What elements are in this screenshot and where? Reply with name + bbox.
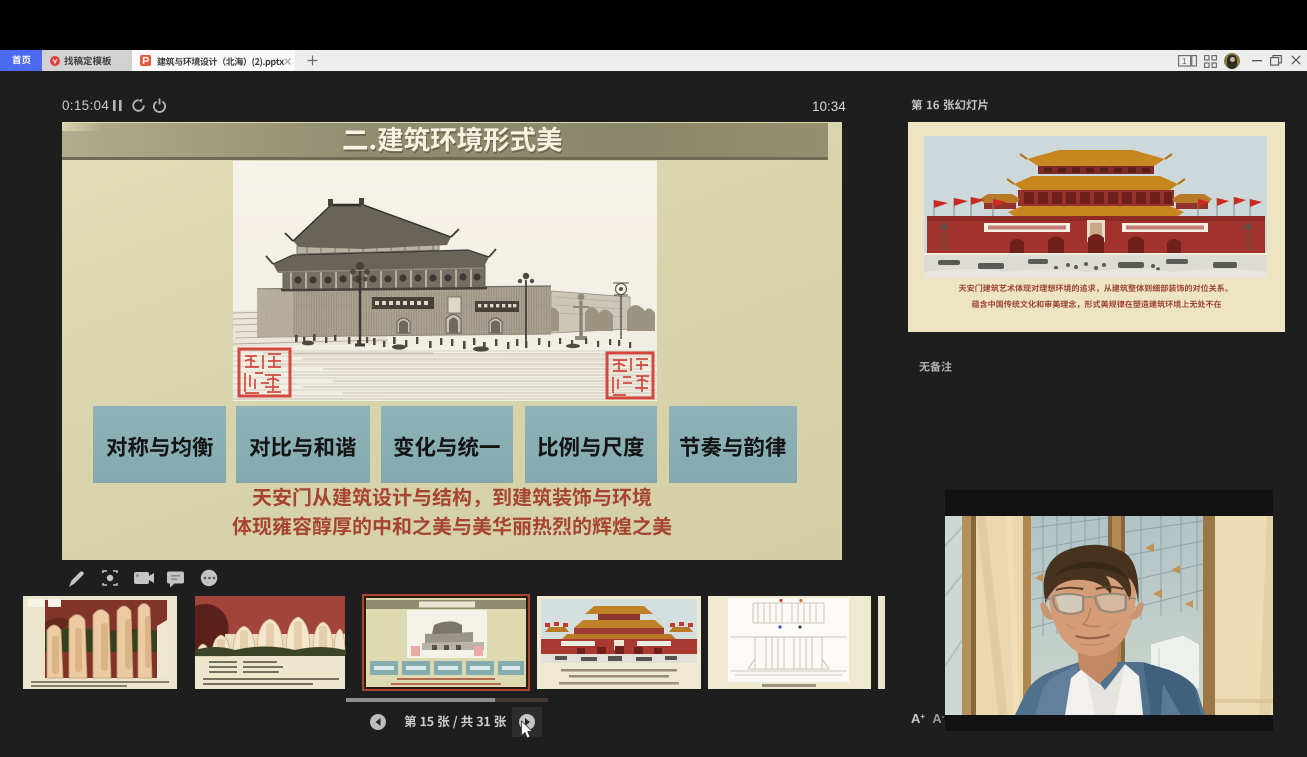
- svg-text:1: 1: [1182, 57, 1187, 66]
